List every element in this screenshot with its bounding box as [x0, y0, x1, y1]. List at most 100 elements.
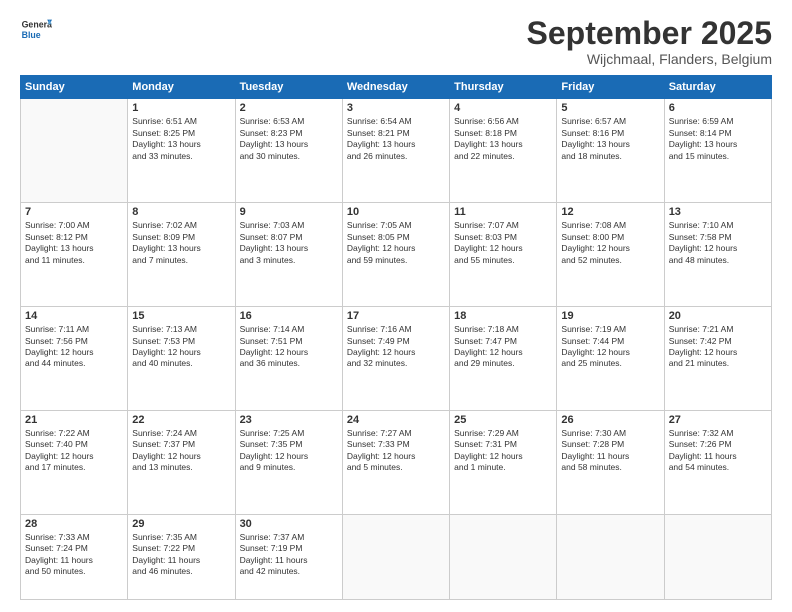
day-number: 27 — [669, 414, 767, 426]
table-row: 2 Sunrise: 6:53 AM Sunset: 8:23 PM Daylig… — [235, 99, 342, 203]
table-row: 21 Sunrise: 7:22 AM Sunset: 7:40 PM Dayli… — [21, 411, 128, 515]
table-row: 12 Sunrise: 7:08 AM Sunset: 8:00 PM Dayli… — [557, 203, 664, 307]
day-number: 8 — [132, 206, 230, 218]
table-row — [450, 514, 557, 599]
table-row: 4 Sunrise: 6:56 AM Sunset: 8:18 PM Daylig… — [450, 99, 557, 203]
day-info: Sunrise: 7:13 AM Sunset: 7:53 PM Dayligh… — [132, 324, 230, 370]
day-info: Sunrise: 6:57 AM Sunset: 8:16 PM Dayligh… — [561, 116, 659, 162]
day-number: 24 — [347, 414, 445, 426]
day-number: 5 — [561, 102, 659, 114]
day-info: Sunrise: 7:37 AM Sunset: 7:19 PM Dayligh… — [240, 532, 338, 578]
day-info: Sunrise: 7:30 AM Sunset: 7:28 PM Dayligh… — [561, 428, 659, 474]
day-info: Sunrise: 7:07 AM Sunset: 8:03 PM Dayligh… — [454, 220, 552, 266]
table-row: 18 Sunrise: 7:18 AM Sunset: 7:47 PM Dayli… — [450, 307, 557, 411]
day-number: 4 — [454, 102, 552, 114]
day-number: 21 — [25, 414, 123, 426]
day-number: 20 — [669, 310, 767, 322]
col-monday: Monday — [128, 76, 235, 99]
table-row: 6Sunrise: 6:59 AM Sunset: 8:14 PM Daylig… — [664, 99, 771, 203]
day-number: 12 — [561, 206, 659, 218]
table-row: 16 Sunrise: 7:14 AM Sunset: 7:51 PM Dayli… — [235, 307, 342, 411]
day-number: 28 — [25, 518, 123, 530]
table-row: 17 Sunrise: 7:16 AM Sunset: 7:49 PM Dayli… — [342, 307, 449, 411]
svg-text:Blue: Blue — [22, 30, 41, 40]
table-row: 27Sunrise: 7:32 AM Sunset: 7:26 PM Dayli… — [664, 411, 771, 515]
day-number: 22 — [132, 414, 230, 426]
col-wednesday: Wednesday — [342, 76, 449, 99]
table-row: 10 Sunrise: 7:05 AM Sunset: 8:05 PM Dayli… — [342, 203, 449, 307]
day-number: 7 — [25, 206, 123, 218]
col-friday: Friday — [557, 76, 664, 99]
table-row: 7 Sunrise: 7:00 AM Sunset: 8:12 PM Daylig… — [21, 203, 128, 307]
table-row: 28 Sunrise: 7:33 AM Sunset: 7:24 PM Dayli… — [21, 514, 128, 599]
day-number: 16 — [240, 310, 338, 322]
calendar: Sunday Monday Tuesday Wednesday Thursday… — [20, 75, 772, 600]
day-info: Sunrise: 7:00 AM Sunset: 8:12 PM Dayligh… — [25, 220, 123, 266]
table-row: 20Sunrise: 7:21 AM Sunset: 7:42 PM Dayli… — [664, 307, 771, 411]
table-row: 15 Sunrise: 7:13 AM Sunset: 7:53 PM Dayli… — [128, 307, 235, 411]
table-row: 5 Sunrise: 6:57 AM Sunset: 8:16 PM Daylig… — [557, 99, 664, 203]
title-section: September 2025 Wijchmaal, Flanders, Belg… — [527, 16, 772, 67]
day-info: Sunrise: 7:05 AM Sunset: 8:05 PM Dayligh… — [347, 220, 445, 266]
day-info: Sunrise: 7:25 AM Sunset: 7:35 PM Dayligh… — [240, 428, 338, 474]
day-info: Sunrise: 6:53 AM Sunset: 8:23 PM Dayligh… — [240, 116, 338, 162]
month-title: September 2025 — [527, 16, 772, 51]
day-number: 10 — [347, 206, 445, 218]
table-row: 14 Sunrise: 7:11 AM Sunset: 7:56 PM Dayli… — [21, 307, 128, 411]
day-number: 1 — [132, 102, 230, 114]
day-number: 18 — [454, 310, 552, 322]
day-info: Sunrise: 6:54 AM Sunset: 8:21 PM Dayligh… — [347, 116, 445, 162]
col-tuesday: Tuesday — [235, 76, 342, 99]
table-row: 29Sunrise: 7:35 AM Sunset: 7:22 PM Dayli… — [128, 514, 235, 599]
col-thursday: Thursday — [450, 76, 557, 99]
day-info: Sunrise: 6:51 AM Sunset: 8:25 PM Dayligh… — [132, 116, 230, 162]
day-number: 29 — [132, 518, 230, 530]
day-number: 11 — [454, 206, 552, 218]
day-info: Sunrise: 7:22 AM Sunset: 7:40 PM Dayligh… — [25, 428, 123, 474]
day-number: 23 — [240, 414, 338, 426]
day-info: Sunrise: 7:14 AM Sunset: 7:51 PM Dayligh… — [240, 324, 338, 370]
table-row: 1 Sunrise: 6:51 AM Sunset: 8:25 PM Daylig… — [128, 99, 235, 203]
day-number: 19 — [561, 310, 659, 322]
day-number: 2 — [240, 102, 338, 114]
day-number: 30 — [240, 518, 338, 530]
day-info: Sunrise: 7:27 AM Sunset: 7:33 PM Dayligh… — [347, 428, 445, 474]
day-info: Sunrise: 7:19 AM Sunset: 7:44 PM Dayligh… — [561, 324, 659, 370]
table-row: 24 Sunrise: 7:27 AM Sunset: 7:33 PM Dayli… — [342, 411, 449, 515]
table-row: 13Sunrise: 7:10 AM Sunset: 7:58 PM Dayli… — [664, 203, 771, 307]
day-info: Sunrise: 7:03 AM Sunset: 8:07 PM Dayligh… — [240, 220, 338, 266]
day-number: 17 — [347, 310, 445, 322]
table-row: 22 Sunrise: 7:24 AM Sunset: 7:37 PM Dayli… — [128, 411, 235, 515]
day-info: Sunrise: 7:33 AM Sunset: 7:24 PM Dayligh… — [25, 532, 123, 578]
day-number: 15 — [132, 310, 230, 322]
table-row — [557, 514, 664, 599]
day-info: Sunrise: 7:08 AM Sunset: 8:00 PM Dayligh… — [561, 220, 659, 266]
day-number: 26 — [561, 414, 659, 426]
table-row: 19 Sunrise: 7:19 AM Sunset: 7:44 PM Dayli… — [557, 307, 664, 411]
day-info: Sunrise: 6:56 AM Sunset: 8:18 PM Dayligh… — [454, 116, 552, 162]
day-info: Sunrise: 7:18 AM Sunset: 7:47 PM Dayligh… — [454, 324, 552, 370]
col-sunday: Sunday — [21, 76, 128, 99]
table-row: 25 Sunrise: 7:29 AM Sunset: 7:31 PM Dayli… — [450, 411, 557, 515]
day-number: 25 — [454, 414, 552, 426]
table-row — [21, 99, 128, 203]
day-info: Sunrise: 7:24 AM Sunset: 7:37 PM Dayligh… — [132, 428, 230, 474]
day-number: 14 — [25, 310, 123, 322]
table-row — [664, 514, 771, 599]
logo: General Blue — [20, 16, 52, 44]
day-number: 3 — [347, 102, 445, 114]
day-info: Sunrise: 6:59 AM Sunset: 8:14 PM Dayligh… — [669, 116, 767, 162]
table-row: 9 Sunrise: 7:03 AM Sunset: 8:07 PM Daylig… — [235, 203, 342, 307]
table-row — [342, 514, 449, 599]
table-row: 26 Sunrise: 7:30 AM Sunset: 7:28 PM Dayli… — [557, 411, 664, 515]
location: Wijchmaal, Flanders, Belgium — [527, 51, 772, 67]
table-row: 8 Sunrise: 7:02 AM Sunset: 8:09 PM Daylig… — [128, 203, 235, 307]
day-info: Sunrise: 7:16 AM Sunset: 7:49 PM Dayligh… — [347, 324, 445, 370]
day-info: Sunrise: 7:02 AM Sunset: 8:09 PM Dayligh… — [132, 220, 230, 266]
day-number: 9 — [240, 206, 338, 218]
day-info: Sunrise: 7:11 AM Sunset: 7:56 PM Dayligh… — [25, 324, 123, 370]
col-saturday: Saturday — [664, 76, 771, 99]
header-row: Sunday Monday Tuesday Wednesday Thursday… — [21, 76, 772, 99]
day-info: Sunrise: 7:29 AM Sunset: 7:31 PM Dayligh… — [454, 428, 552, 474]
table-row: 23 Sunrise: 7:25 AM Sunset: 7:35 PM Dayli… — [235, 411, 342, 515]
